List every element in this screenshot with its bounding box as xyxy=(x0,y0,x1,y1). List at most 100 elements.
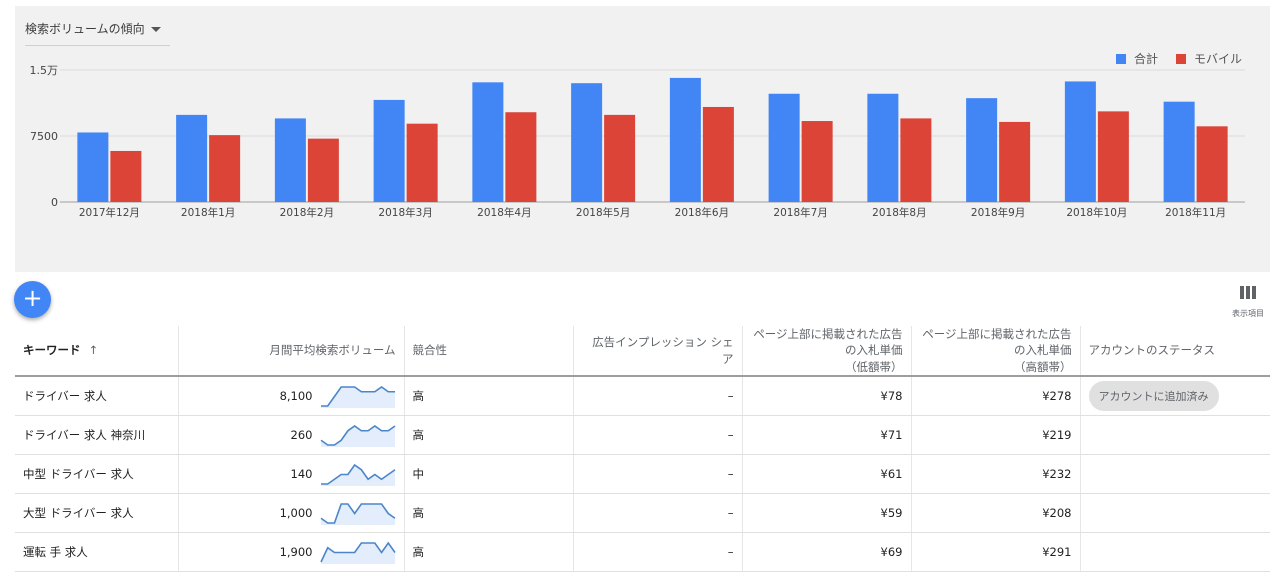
bid-high-cell: ¥232 xyxy=(911,454,1081,494)
impression-share-cell: – xyxy=(573,376,743,416)
bar-total xyxy=(768,93,800,202)
header-volume-label: 月間平均検索ボリューム xyxy=(269,343,396,358)
header-impression-share-label: 広告インプレッション シェア xyxy=(592,335,734,366)
trend-sparkline xyxy=(319,541,396,564)
bar-mobile xyxy=(1196,126,1228,202)
bar-mobile xyxy=(110,150,142,202)
status-cell: アカウントに追加済み xyxy=(1080,376,1270,416)
x-tick-label: 2018年5月 xyxy=(576,206,630,219)
header-impression-share[interactable]: 広告インプレッション シェア xyxy=(573,326,743,377)
bar-total xyxy=(472,82,504,202)
bid-low-cell: ¥59 xyxy=(742,493,912,533)
columns-icon xyxy=(1239,284,1257,303)
bid-high-cell: ¥291 xyxy=(911,532,1081,572)
bar-total xyxy=(571,83,603,202)
bar-total xyxy=(373,99,405,202)
search-volume-chart-panel: 検索ボリュームの傾向 合計 モバイル 0 7500 1.5万 2017年12月 2018… xyxy=(15,6,1270,272)
bid-low-cell: ¥71 xyxy=(742,415,912,455)
header-keyword-label: キーワード xyxy=(23,343,81,358)
bar-mobile xyxy=(209,135,241,202)
impression-share-cell: – xyxy=(573,415,743,455)
table-row[interactable]: ドライバー 求人 8,100 高 – ¥78 ¥278 アカウントに追加済み xyxy=(15,376,1270,416)
competition-cell: 高 xyxy=(404,493,574,533)
header-keyword[interactable]: キーワード ↑ xyxy=(15,326,179,377)
keyword-cell: ドライバー 求人 xyxy=(15,376,179,416)
volume-cell: 1,000 xyxy=(178,493,405,533)
x-tick-label: 2018年11月 xyxy=(1165,206,1226,219)
x-tick-label: 2018年10月 xyxy=(1066,206,1127,219)
bar-mobile xyxy=(999,121,1031,202)
x-tick-label: 2018年6月 xyxy=(675,206,729,219)
header-bid-low[interactable]: ページ上部に掲載された広告の入札単価 （低額帯） xyxy=(742,326,912,377)
competition-cell: 中 xyxy=(404,454,574,494)
bar-total xyxy=(966,98,998,202)
header-bid-high-line2: （高額帯） xyxy=(1014,359,1072,374)
added-to-account-badge[interactable]: アカウントに追加済み xyxy=(1088,381,1219,411)
volume-cell: 260 xyxy=(178,415,405,455)
volume-value: 1,000 xyxy=(279,506,313,520)
bar-total xyxy=(176,114,208,202)
table-row[interactable]: ドライバー 求人 神奈川 260 高 – ¥71 ¥219 xyxy=(15,415,1270,455)
bar-mobile xyxy=(604,114,636,202)
bid-low-cell: ¥69 xyxy=(742,532,912,572)
status-cell xyxy=(1080,454,1270,494)
bar-total xyxy=(867,93,899,202)
header-bid-high-line1: ページ上部に掲載された広告の入札単価 xyxy=(922,327,1072,358)
trend-sparkline xyxy=(320,463,395,486)
x-tick-label: 2018年7月 xyxy=(773,206,827,219)
sparkline-area xyxy=(320,543,395,564)
table-row[interactable]: 中型 ドライバー 求人 140 中 – ¥61 ¥232 xyxy=(15,454,1270,494)
keyword-cell: 大型 ドライバー 求人 xyxy=(15,493,179,533)
bar-total xyxy=(1064,81,1096,202)
bar-mobile xyxy=(1097,111,1129,202)
bar-mobile xyxy=(505,112,537,202)
header-status[interactable]: アカウントのステータス xyxy=(1080,326,1270,377)
competition-cell: 高 xyxy=(404,376,574,416)
bar-chart: 0 7500 1.5万 2017年12月 2018年1月 2018年2月 2018年3月 20… xyxy=(30,64,1245,219)
competition-cell: 高 xyxy=(404,415,574,455)
keyword-table: キーワード ↑ 月間平均検索ボリューム 競合性 広告インプレッション シェア ペー… xyxy=(15,326,1270,572)
keyword-cell: 運転 手 求人 xyxy=(15,532,179,572)
bid-high-cell: ¥219 xyxy=(911,415,1081,455)
volume-value: 260 xyxy=(290,428,313,442)
keyword-cell: 中型 ドライバー 求人 xyxy=(15,454,179,494)
status-cell xyxy=(1080,493,1270,533)
x-tick-label: 2018年2月 xyxy=(280,206,334,219)
volume-value: 8,100 xyxy=(279,389,313,403)
add-keyword-button[interactable]: + xyxy=(14,281,51,318)
x-tick-label: 2018年1月 xyxy=(181,206,235,219)
header-volume[interactable]: 月間平均検索ボリューム xyxy=(178,326,405,377)
volume-value: 1,900 xyxy=(279,545,313,559)
header-competition-label: 競合性 xyxy=(412,343,448,358)
volume-cell: 8,100 xyxy=(178,376,405,416)
header-status-label: アカウントのステータス xyxy=(1088,343,1216,358)
sort-arrow-icon: ↑ xyxy=(88,343,99,358)
y-tick-label: 7500 xyxy=(30,130,58,143)
volume-cell: 1,900 xyxy=(178,532,405,572)
table-row[interactable]: 運転 手 求人 1,900 高 – ¥69 ¥291 xyxy=(15,532,1270,572)
status-cell xyxy=(1080,532,1270,572)
header-competition[interactable]: 競合性 xyxy=(404,326,574,377)
header-bid-low-line1: ページ上部に掲載された広告の入札単価 xyxy=(753,327,903,358)
keyword-cell: ドライバー 求人 神奈川 xyxy=(15,415,179,455)
impression-share-cell: – xyxy=(573,454,743,494)
competition-cell: 高 xyxy=(404,532,574,572)
bar-mobile xyxy=(307,138,339,202)
trend-sparkline xyxy=(320,503,395,525)
bar-total xyxy=(669,77,701,202)
x-tick-label: 2018年8月 xyxy=(872,206,926,219)
impression-share-cell: – xyxy=(573,532,743,572)
x-tick-label: 2018年3月 xyxy=(378,206,432,219)
bid-low-cell: ¥61 xyxy=(742,454,912,494)
volume-value: 140 xyxy=(290,467,313,481)
bar-total xyxy=(274,118,306,202)
header-bid-high[interactable]: ページ上部に掲載された広告の入札単価 （高額帯） xyxy=(911,326,1081,377)
bid-high-cell: ¥278 xyxy=(911,376,1081,416)
table-row[interactable]: 大型 ドライバー 求人 1,000 高 – ¥59 ¥208 xyxy=(15,493,1270,533)
trend-sparkline xyxy=(320,425,395,447)
bid-high-cell: ¥208 xyxy=(911,493,1081,533)
columns-button[interactable]: 表示項目 xyxy=(1228,284,1268,319)
status-cell xyxy=(1080,415,1270,455)
trend-sparkline xyxy=(320,386,395,408)
x-tick-label: 2018年4月 xyxy=(477,206,531,219)
